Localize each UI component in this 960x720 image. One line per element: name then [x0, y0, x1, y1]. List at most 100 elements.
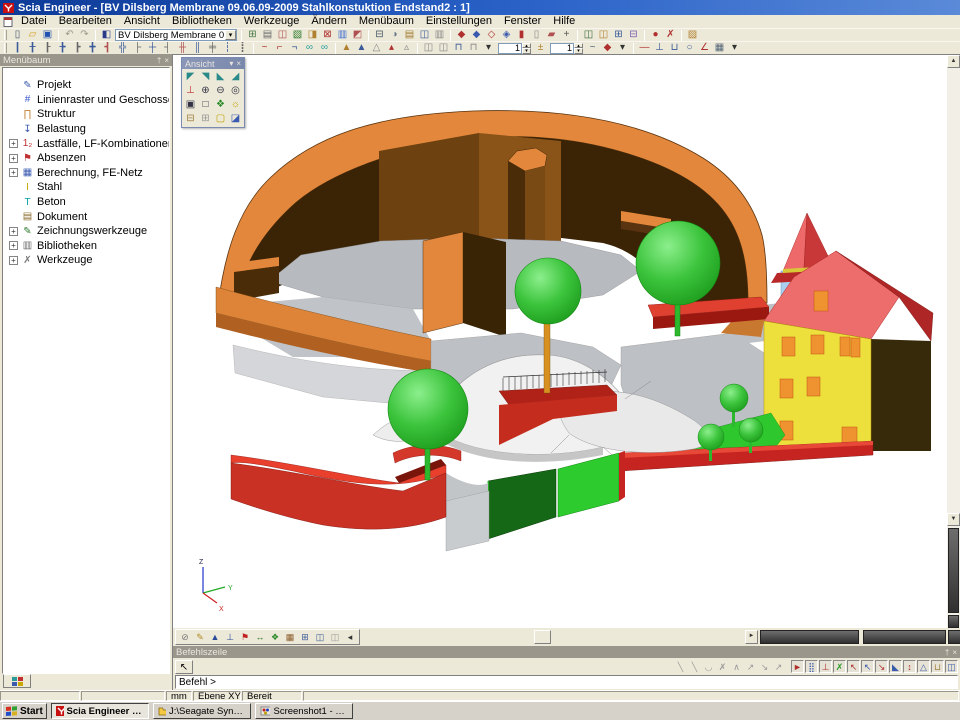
- window-new-icon[interactable]: ⊞: [611, 29, 626, 41]
- support-2-icon[interactable]: ⌐: [272, 42, 287, 54]
- save-view-icon[interactable]: ⊟: [183, 112, 198, 126]
- view-y-icon[interactable]: ◥: [198, 70, 213, 84]
- snap-vertex-icon[interactable]: ∧: [730, 661, 743, 673]
- record-icon[interactable]: ●: [648, 29, 663, 41]
- save-icon[interactable]: ▣: [40, 29, 55, 41]
- project-combo[interactable]: BV Dilsberg Membrane 0 ▾: [115, 29, 237, 41]
- activity-icon[interactable]: ◫: [275, 29, 290, 41]
- mesh-icon[interactable]: ▦: [283, 631, 297, 644]
- grid-icon[interactable]: ⊞: [298, 631, 312, 644]
- beam-9-icon[interactable]: ├: [130, 42, 145, 54]
- vertical-scrollbar[interactable]: ▲ ▼: [947, 55, 960, 628]
- snap-dir-2-icon[interactable]: ↘: [758, 661, 771, 673]
- layers-icon[interactable]: ▤: [260, 29, 275, 41]
- polyline-icon[interactable]: ⊔: [667, 42, 682, 54]
- snap-mid-icon[interactable]: ↖: [861, 660, 874, 673]
- toolbar-grip[interactable]: [4, 30, 7, 40]
- circle-icon[interactable]: ○: [682, 42, 697, 54]
- menu-item-datei[interactable]: Datei: [15, 15, 53, 28]
- sidebar-item-struktur[interactable]: ∏Struktur: [7, 107, 169, 122]
- filter-1-icon[interactable]: ⊓: [451, 42, 466, 54]
- tab-menubaum[interactable]: [3, 674, 31, 688]
- palette-dropdown-icon[interactable]: ▾: [229, 59, 233, 68]
- beam-5-icon[interactable]: ┣: [70, 42, 85, 54]
- scale-input[interactable]: [550, 43, 574, 54]
- line-icon[interactable]: —: [637, 42, 652, 54]
- attach-edit-icon[interactable]: ✎: [193, 631, 207, 644]
- menu-item-einstellungen[interactable]: Einstellungen: [420, 15, 498, 28]
- beam-14-icon[interactable]: ╪: [205, 42, 220, 54]
- perpendicular-icon[interactable]: ⊥: [652, 42, 667, 54]
- beam-4-icon[interactable]: ╊: [55, 42, 70, 54]
- attach-icon[interactable]: ⊘: [178, 631, 192, 644]
- load-2-icon[interactable]: ▲: [354, 42, 369, 54]
- expand-icon[interactable]: +: [9, 168, 18, 177]
- menu-item-menübaum[interactable]: Menübaum: [353, 15, 420, 28]
- hscroll-thumb[interactable]: [534, 630, 551, 644]
- menu-item-fenster[interactable]: Fenster: [498, 15, 547, 28]
- snap-tri-icon[interactable]: ◣: [889, 660, 902, 673]
- support-3-icon[interactable]: ¬: [287, 42, 302, 54]
- curve-tool-icon[interactable]: ~: [585, 42, 600, 54]
- sidebar-item-werkzeuge[interactable]: +✗Werkzeuge: [7, 253, 169, 268]
- span-tool-icon[interactable]: ↔: [253, 631, 267, 644]
- start-button[interactable]: Start: [2, 703, 47, 719]
- calc-4-icon[interactable]: ◈: [499, 29, 514, 41]
- chevron-down-icon[interactable]: ▾: [225, 30, 236, 40]
- views-icon[interactable]: ◫: [313, 631, 327, 644]
- window-tile-icon[interactable]: ◫: [581, 29, 596, 41]
- sidebar-item-dokument[interactable]: ▤Dokument: [7, 209, 169, 224]
- sidebar-item-bibliotheken[interactable]: +▥Bibliotheken: [7, 239, 169, 254]
- taskbar-task-screenshot1-paint[interactable]: Screenshot1 - Paint: [255, 703, 353, 719]
- expand-icon[interactable]: +: [9, 139, 18, 148]
- menu-item-ändern[interactable]: Ändern: [305, 15, 352, 28]
- hinge-1-icon[interactable]: ∞: [302, 42, 317, 54]
- sidebar-item-belastung[interactable]: ↧Belastung: [7, 122, 169, 137]
- snap-tan-icon[interactable]: △: [917, 660, 930, 673]
- mesh-view-icon[interactable]: ▧: [290, 29, 305, 41]
- snap-int-icon[interactable]: ↘: [875, 660, 888, 673]
- view-z-icon[interactable]: ◣: [213, 70, 228, 84]
- scroll-right-button[interactable]: ►: [745, 630, 758, 644]
- beam-15-icon[interactable]: ┆: [220, 42, 235, 54]
- export-image-icon[interactable]: ▨: [685, 29, 700, 41]
- command-close-icon[interactable]: ×: [952, 648, 957, 657]
- render-mode-icon[interactable]: ❖: [213, 98, 228, 112]
- expand-icon[interactable]: +: [9, 154, 18, 163]
- snap-scale-icon[interactable]: ⊥: [819, 660, 832, 673]
- move-icon[interactable]: +: [559, 29, 574, 41]
- export-icon[interactable]: ▥: [432, 29, 447, 41]
- beam-16-icon[interactable]: ┋: [235, 42, 250, 54]
- spin-down-icon[interactable]: ▾: [522, 48, 531, 54]
- command-pin-icon[interactable]: †: [945, 648, 949, 657]
- gallery-icon[interactable]: ◨: [305, 29, 320, 41]
- calc-2-icon[interactable]: ◆: [469, 29, 484, 41]
- multiplicity-input[interactable]: [498, 43, 522, 54]
- light-icon[interactable]: ☼: [228, 98, 243, 112]
- print-icon[interactable]: ⊟: [372, 29, 387, 41]
- load-5-icon[interactable]: ▵: [399, 42, 414, 54]
- view-axo-icon[interactable]: ◢: [228, 70, 243, 84]
- angle-icon[interactable]: ∠: [697, 42, 712, 54]
- beam-11-icon[interactable]: ┤: [160, 42, 175, 54]
- snap-line-2-icon[interactable]: ╲: [688, 661, 701, 673]
- sidebar-item-beton[interactable]: TBeton: [7, 195, 169, 210]
- gallery-2-icon[interactable]: ◫: [417, 29, 432, 41]
- clip-box-icon[interactable]: ▢: [213, 112, 228, 126]
- view-settings-icon[interactable]: ◪: [228, 112, 243, 126]
- snap-ortho-icon[interactable]: ↕: [903, 660, 916, 673]
- snap-dir-3-icon[interactable]: ↗: [772, 661, 785, 673]
- snap-end-icon[interactable]: ↖: [847, 660, 860, 673]
- taskbar-task-j-seagate-sync-syncre[interactable]: J:\Seagate Sync\SyncRe...: [153, 703, 251, 719]
- more-3-icon[interactable]: ▾: [727, 42, 742, 54]
- beam-2-icon[interactable]: ╂: [25, 42, 40, 54]
- filter-2-icon[interactable]: ⊓: [466, 42, 481, 54]
- beam-8-icon[interactable]: ╬: [115, 42, 130, 54]
- zoom-in-icon[interactable]: ⊕: [198, 84, 213, 98]
- undo-icon[interactable]: ↶: [62, 29, 77, 41]
- sidebar-item-absenzen[interactable]: +⚑Absenzen: [7, 151, 169, 166]
- project-window-icon[interactable]: ◧: [99, 29, 114, 41]
- expand-icon[interactable]: +: [9, 256, 18, 265]
- select-1-icon[interactable]: ◫: [421, 42, 436, 54]
- print-preview-icon[interactable]: ◑: [387, 29, 402, 41]
